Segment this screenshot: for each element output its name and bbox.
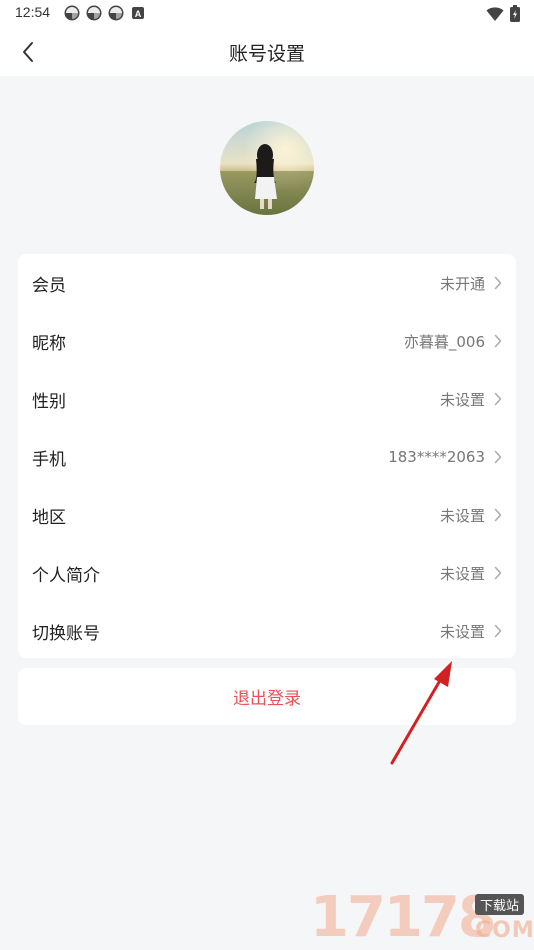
setting-label: 手机 [32,449,66,470]
a-badge-icon: A [132,7,144,19]
setting-label: 会员 [32,275,66,296]
watermark-logo: 17178 下载站 COM [310,885,534,950]
setting-value: 未设置 [439,390,485,409]
setting-row-phone[interactable]: 手机 183****2063 [18,428,516,486]
chevron-right-icon [494,566,502,580]
pinwheel-icon [108,5,124,21]
setting-row-gender[interactable]: 性别 未设置 [18,370,516,428]
setting-label: 性别 [32,391,66,412]
notification-icons: A [64,5,146,21]
setting-value: 未设置 [439,622,485,641]
setting-row-region[interactable]: 地区 未设置 [18,486,516,544]
watermark-tag: 下载站 [475,894,525,915]
settings-list: 会员 未开通 昵称 亦暮暮_006 性别 未设置 手机 183****2063 … [18,254,516,658]
logout-label: 退出登录 [233,689,301,709]
status-bar: 12:54 A [0,0,534,26]
setting-value: 183****2063 [388,448,485,466]
setting-value: 未设置 [439,564,485,583]
setting-label: 地区 [32,507,66,528]
chevron-right-icon [494,392,502,406]
watermark-suffix: COM [475,918,534,943]
wifi-icon [486,6,504,21]
svg-text:A: A [135,9,142,19]
setting-label: 切换账号 [32,623,100,644]
avatar-photo [220,121,314,215]
status-right-icons [486,5,520,22]
chevron-right-icon [494,334,502,348]
annotation-arrow-icon [390,661,452,765]
status-time: 12:54 [15,4,51,20]
setting-value: 未设置 [439,506,485,525]
setting-value: 亦暮暮_006 [403,332,485,351]
setting-label: 个人简介 [32,565,100,586]
battery-icon [510,5,520,22]
pinwheel-icon [86,5,102,21]
setting-row-nickname[interactable]: 昵称 亦暮暮_006 [18,312,516,370]
chevron-right-icon [494,624,502,638]
avatar[interactable] [220,121,314,215]
watermark-digits: 17178 [310,885,497,950]
chevron-right-icon [494,276,502,290]
setting-value: 未开通 [439,274,485,293]
setting-row-membership[interactable]: 会员 未开通 [18,254,516,312]
setting-row-switch-account[interactable]: 切换账号 未设置 [18,602,516,660]
page-title: 账号设置 [228,43,305,65]
nav-bar: 账号设置 [0,26,534,76]
setting-label: 昵称 [32,333,66,354]
setting-row-bio[interactable]: 个人简介 未设置 [18,544,516,602]
chevron-right-icon [494,508,502,522]
pinwheel-icon [64,5,80,21]
chevron-right-icon [494,450,502,464]
